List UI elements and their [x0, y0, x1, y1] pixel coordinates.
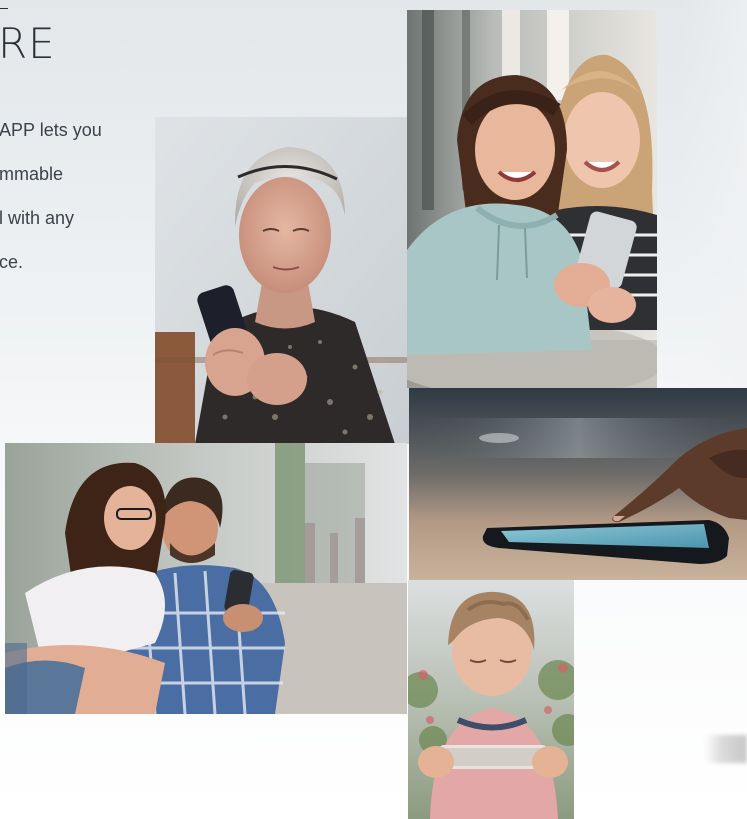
hand-phone-image	[409, 388, 747, 580]
elderly-woman-image	[155, 117, 410, 444]
photo-elderly-woman	[155, 117, 410, 444]
photo-couple	[5, 443, 407, 714]
boy-image	[408, 580, 574, 819]
intro-line-3: l with any	[0, 208, 75, 228]
couple-image	[5, 443, 407, 714]
intro-line-4: ce.	[0, 252, 24, 272]
photo-boy	[408, 580, 574, 819]
intro-line-1: APP lets you	[0, 120, 102, 140]
page-heading: RE	[0, 8, 56, 65]
heading-rule	[0, 8, 8, 9]
background-edge	[680, 0, 747, 388]
heading-text: RE	[0, 19, 56, 68]
background-blur	[705, 735, 747, 763]
intro-paragraph: APP lets you mmable l with any ce.	[0, 120, 159, 296]
photo-two-girls	[407, 10, 657, 388]
two-girls-image	[407, 10, 657, 388]
photo-hand-phone	[409, 388, 747, 580]
intro-line-2: mmable	[0, 164, 64, 184]
